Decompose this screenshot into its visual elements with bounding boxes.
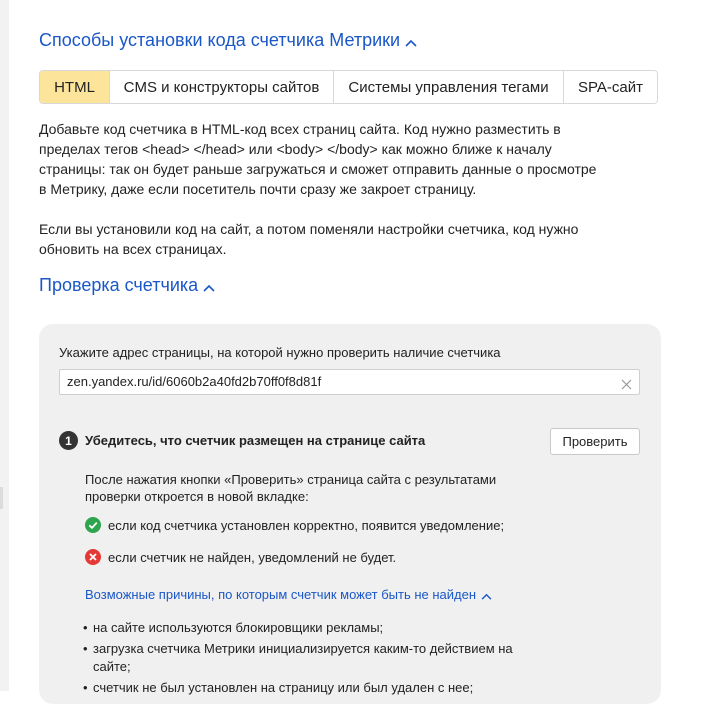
left-edge-handle[interactable]: [0, 487, 3, 509]
success-text: если код счетчика установлен корректно, …: [108, 517, 505, 533]
tab-cms[interactable]: CMS и конструкторы сайтов: [110, 71, 334, 103]
step-description: После нажатия кнопки «Проверить» страниц…: [85, 472, 497, 504]
reasons-link-text: Возможные причины, по которым счетчик мо…: [85, 587, 477, 602]
chevron-up-icon: [481, 588, 492, 603]
cross-circle-icon: [85, 549, 101, 565]
tab-spa[interactable]: SPA-сайт: [564, 71, 657, 103]
url-label: Укажите адрес страницы, на которой нужно…: [59, 345, 501, 360]
list-item: загрузка счетчика Метрики инициализирует…: [83, 640, 543, 676]
reasons-toggle-link[interactable]: Возможные причины, по которым счетчик мо…: [85, 587, 492, 603]
url-input-value: zen.yandex.ru/id/6060b2a40fd2b70ff0f8d81…: [67, 374, 322, 389]
tab-html[interactable]: HTML: [40, 71, 110, 103]
chevron-up-icon: [405, 31, 417, 52]
url-input[interactable]: zen.yandex.ru/id/6060b2a40fd2b70ff0f8d81…: [59, 369, 640, 395]
reasons-list: на сайте используются блокировщики рекла…: [83, 619, 543, 700]
step-number-badge: 1: [59, 431, 78, 450]
install-paragraph-1: Добавьте код счетчика в HTML-код всех ст…: [39, 121, 597, 197]
check-circle-icon: [85, 517, 101, 533]
step-title: Убедитесь, что счетчик размещен на стран…: [85, 433, 426, 448]
list-item: на сайте используются блокировщики рекла…: [83, 619, 543, 637]
success-row: если код счетчика установлен корректно, …: [85, 517, 504, 533]
fail-text: если счетчик не найден, уведомлений не б…: [108, 549, 397, 565]
install-section-title: Способы установки кода счетчика Метрики: [39, 30, 401, 50]
check-section-toggle[interactable]: Проверка счетчика: [39, 275, 215, 297]
tab-tag-managers[interactable]: Системы управления тегами: [334, 71, 564, 103]
check-panel: Укажите адрес страницы, на которой нужно…: [39, 324, 661, 704]
install-method-tabs: HTML CMS и конструкторы сайтов Системы у…: [39, 70, 658, 104]
chevron-up-icon: [203, 276, 215, 297]
install-paragraph-2: Если вы установили код на сайт, а потом …: [39, 221, 579, 257]
list-item: счетчик не был установлен на страницу ил…: [83, 679, 543, 697]
left-edge-strip: [0, 0, 9, 691]
close-icon[interactable]: [621, 377, 632, 390]
fail-row: если счетчик не найден, уведомлений не б…: [85, 549, 396, 565]
install-section-toggle[interactable]: Способы установки кода счетчика Метрики: [39, 30, 417, 52]
check-section-title: Проверка счетчика: [39, 275, 199, 295]
check-button[interactable]: Проверить: [550, 428, 640, 455]
